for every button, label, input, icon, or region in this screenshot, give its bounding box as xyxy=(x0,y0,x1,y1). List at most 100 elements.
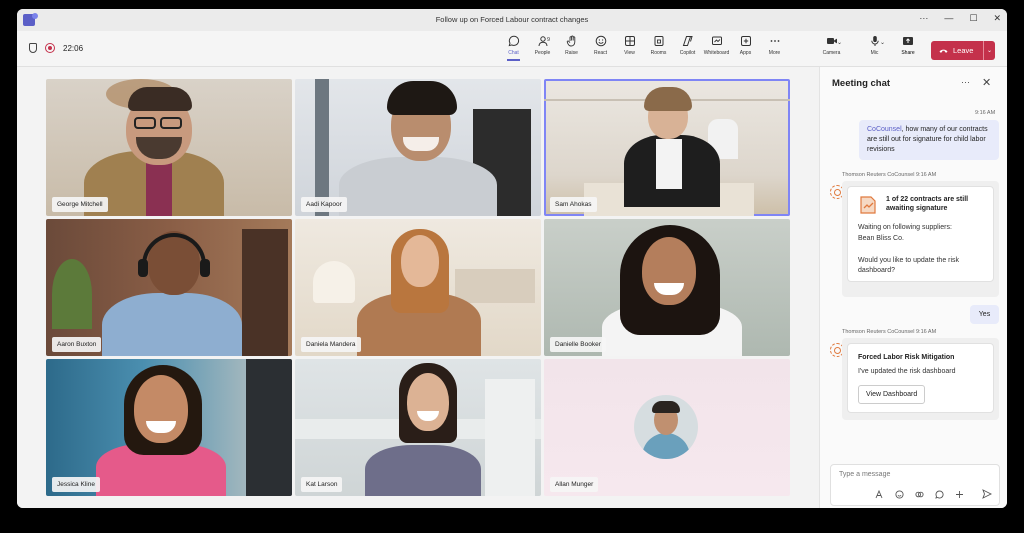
video-stage: George Mitchell Aadi Kapoor Sam Ahokas A… xyxy=(17,67,819,508)
video-tile-aaron[interactable]: Aaron Buxton xyxy=(46,219,292,356)
window-more-icon[interactable]: ··· xyxy=(919,13,928,24)
copilot-icon xyxy=(673,35,702,50)
react-button[interactable]: React xyxy=(586,35,615,57)
people-button[interactable]: 9 People xyxy=(528,35,557,57)
leave-main[interactable]: Leave xyxy=(931,46,983,55)
rooms-icon xyxy=(644,35,673,50)
leave-button[interactable]: Leave ⌄ xyxy=(931,41,995,60)
card-text: I've updated the risk dashboard xyxy=(858,368,956,375)
copilot-label: Copilot xyxy=(679,50,696,56)
chat-more-icon[interactable]: ··· xyxy=(961,77,970,87)
composer-tools xyxy=(875,489,964,501)
participant-video xyxy=(295,219,541,356)
rooms-label: Rooms xyxy=(650,50,667,56)
view-label: View xyxy=(624,50,635,56)
view-button[interactable]: View xyxy=(615,35,644,57)
card-line-2: Bean Bliss Co. xyxy=(858,235,904,242)
teams-window: Follow up on Forced Labour contract chan… xyxy=(17,9,1007,508)
video-tile-danielle[interactable]: Danielle Booker xyxy=(544,219,790,356)
raise-hand-button[interactable]: Raise xyxy=(557,35,586,57)
participant-name: Kat Larson xyxy=(301,477,343,492)
meeting-timer: 22:06 xyxy=(63,43,84,53)
video-tile-allan[interactable]: Allan Munger xyxy=(544,359,790,496)
leave-chevron-down-icon[interactable]: ⌄ xyxy=(984,47,995,54)
plus-icon[interactable] xyxy=(955,490,964,501)
video-tile-kat[interactable]: Kat Larson xyxy=(295,359,541,496)
share-icon xyxy=(898,35,918,50)
participant-video xyxy=(46,359,292,496)
user-reply: Yes xyxy=(970,305,999,324)
people-count: 9 xyxy=(547,37,551,43)
copilot-button[interactable]: Copilot xyxy=(673,35,702,57)
participant-name: Jessica Kline xyxy=(52,477,100,492)
video-tile-george[interactable]: George Mitchell xyxy=(46,79,292,216)
mention-cocounsel[interactable]: CoCounsel xyxy=(867,126,902,133)
message-composer[interactable]: Type a message xyxy=(830,464,1000,506)
copilot-compose-icon[interactable] xyxy=(935,490,944,501)
loop-icon[interactable] xyxy=(915,490,924,501)
apps-label: Apps xyxy=(739,50,752,56)
user-message: CoCounsel, how many of our contracts are… xyxy=(859,120,999,160)
minimize-icon[interactable]: — xyxy=(944,13,953,24)
bot-message-header: Thomson Reuters CoCounsel 9:16 AM xyxy=(842,329,937,335)
grid-icon xyxy=(615,35,644,50)
plus-square-icon xyxy=(731,35,760,50)
mic-button[interactable]: ⌄ Mic xyxy=(853,35,896,57)
participant-name: Danielle Booker xyxy=(550,337,606,352)
window-controls: ··· — ☐ ✕ xyxy=(919,13,1001,24)
meeting-controls: Chat 9 People Raise React View Rooms Cop… xyxy=(499,35,789,61)
camera-chevron-down-icon[interactable]: ⌄ xyxy=(837,39,842,46)
participant-name: George Mitchell xyxy=(52,197,108,212)
format-icon[interactable] xyxy=(875,489,884,501)
participant-name: Allan Munger xyxy=(550,477,599,492)
participant-name: Aaron Buxton xyxy=(52,337,102,352)
video-tile-daniela[interactable]: Daniela Mandera xyxy=(295,219,541,356)
whiteboard-icon xyxy=(702,35,731,50)
close-window-icon[interactable]: ✕ xyxy=(993,13,1001,24)
meeting-toolbar: 22:06 Chat 9 People Raise React View Roo… xyxy=(17,31,1007,67)
share-button[interactable]: Share xyxy=(898,35,918,57)
av-controls: ⌄ Camera ⌄ Mic xyxy=(810,35,896,57)
participant-name: Aadi Kapoor xyxy=(301,197,347,212)
participant-video xyxy=(544,219,790,356)
camera-icon xyxy=(810,35,853,50)
meeting-status: 22:06 xyxy=(29,43,83,53)
smile-icon xyxy=(586,35,615,50)
emoji-icon[interactable] xyxy=(895,490,904,501)
card-line-3: Would you like to update the risk dashbo… xyxy=(858,257,960,274)
risk-mitigation-card: Forced Labor Risk Mitigation I've update… xyxy=(847,343,994,413)
card-title: 1 of 22 contracts are still awaiting sig… xyxy=(886,196,969,212)
share-label: Share xyxy=(901,50,915,56)
react-label: React xyxy=(593,50,608,56)
rooms-button[interactable]: Rooms xyxy=(644,35,673,57)
participant-name: Daniela Mandera xyxy=(301,337,361,352)
shield-icon xyxy=(29,43,37,53)
more-button[interactable]: More xyxy=(760,35,789,57)
participant-name: Sam Ahokas xyxy=(550,197,597,212)
maximize-icon[interactable]: ☐ xyxy=(969,13,977,24)
chat-close-icon[interactable]: ✕ xyxy=(982,76,991,89)
apps-button[interactable]: Apps xyxy=(731,35,760,57)
video-tile-aadi[interactable]: Aadi Kapoor xyxy=(295,79,541,216)
bot-message-2: Forced Labor Risk Mitigation I've update… xyxy=(842,338,999,420)
document-signature-icon xyxy=(860,196,876,214)
whiteboard-button[interactable]: Whiteboard xyxy=(702,35,731,57)
view-dashboard-button[interactable]: View Dashboard xyxy=(858,385,926,404)
people-icon xyxy=(528,35,557,50)
participant-video xyxy=(295,79,541,216)
video-tile-jessica[interactable]: Jessica Kline xyxy=(46,359,292,496)
participant-video xyxy=(295,359,541,496)
card-title: Forced Labor Risk Mitigation xyxy=(858,354,955,361)
mic-chevron-down-icon[interactable]: ⌄ xyxy=(880,39,885,46)
send-icon[interactable] xyxy=(982,489,993,501)
camera-button[interactable]: ⌄ Camera xyxy=(810,35,853,57)
raise-label: Raise xyxy=(565,50,578,56)
hand-icon xyxy=(557,35,586,50)
allan-avatar xyxy=(634,395,698,459)
phone-hangup-icon xyxy=(939,49,948,53)
chat-button[interactable]: Chat xyxy=(499,35,528,61)
bot-message-1: 1 of 22 contracts are still awaiting sig… xyxy=(842,181,999,297)
contract-status-card: 1 of 22 contracts are still awaiting sig… xyxy=(847,186,994,282)
card-line-1: Waiting on following suppliers: xyxy=(858,224,952,231)
video-tile-sam[interactable]: Sam Ahokas xyxy=(544,79,790,216)
